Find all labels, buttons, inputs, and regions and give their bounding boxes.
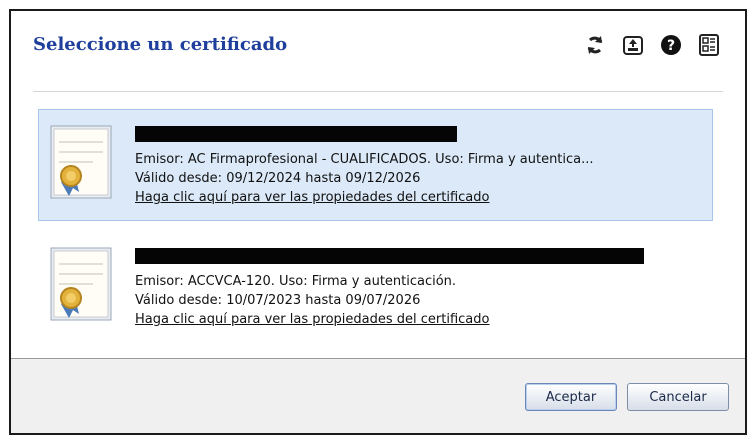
accept-button[interactable]: Aceptar <box>525 383 617 411</box>
details-icon[interactable] <box>695 31 723 59</box>
certificate-list: Emisor: AC Firmaprofesional - CUALIFICAD… <box>38 109 713 353</box>
redacted-subject <box>135 248 644 264</box>
cancel-button[interactable]: Cancelar <box>627 383 729 411</box>
certificate-icon <box>49 246 113 322</box>
svg-text:?: ? <box>667 38 675 54</box>
certificate-selection-dialog: Seleccione un certificado ? Emisor: AC F… <box>9 9 747 435</box>
certificate-info: Emisor: AC Firmaprofesional - CUALIFICAD… <box>135 126 594 207</box>
properties-link[interactable]: Haga clic aquí para ver las propiedades … <box>135 190 489 205</box>
dialog-title: Seleccione un certificado <box>33 34 288 55</box>
refresh-icon[interactable] <box>581 31 609 59</box>
certificate-item[interactable]: Emisor: ACCVCA-120. Uso: Firma y autenti… <box>38 231 713 343</box>
issuer-line: Emisor: AC Firmaprofesional - CUALIFICAD… <box>135 152 594 167</box>
issuer-line: Emisor: ACCVCA-120. Uso: Firma y autenti… <box>135 274 457 289</box>
import-icon[interactable] <box>619 31 647 59</box>
header-toolbar: ? <box>581 31 723 59</box>
header-divider <box>33 91 723 92</box>
validity-line: Válido desde: 10/07/2023 hasta 09/07/202… <box>135 293 421 308</box>
validity-line: Válido desde: 09/12/2024 hasta 09/12/202… <box>135 171 421 186</box>
help-icon[interactable]: ? <box>657 31 685 59</box>
certificate-info: Emisor: ACCVCA-120. Uso: Firma y autenti… <box>135 248 644 329</box>
certificate-icon <box>49 124 113 200</box>
dialog-footer: Aceptar Cancelar <box>11 358 745 433</box>
properties-link[interactable]: Haga clic aquí para ver las propiedades … <box>135 312 489 327</box>
redacted-subject <box>135 126 457 142</box>
certificate-item[interactable]: Emisor: AC Firmaprofesional - CUALIFICAD… <box>38 109 713 221</box>
dialog-header: Seleccione un certificado ? <box>11 11 745 91</box>
